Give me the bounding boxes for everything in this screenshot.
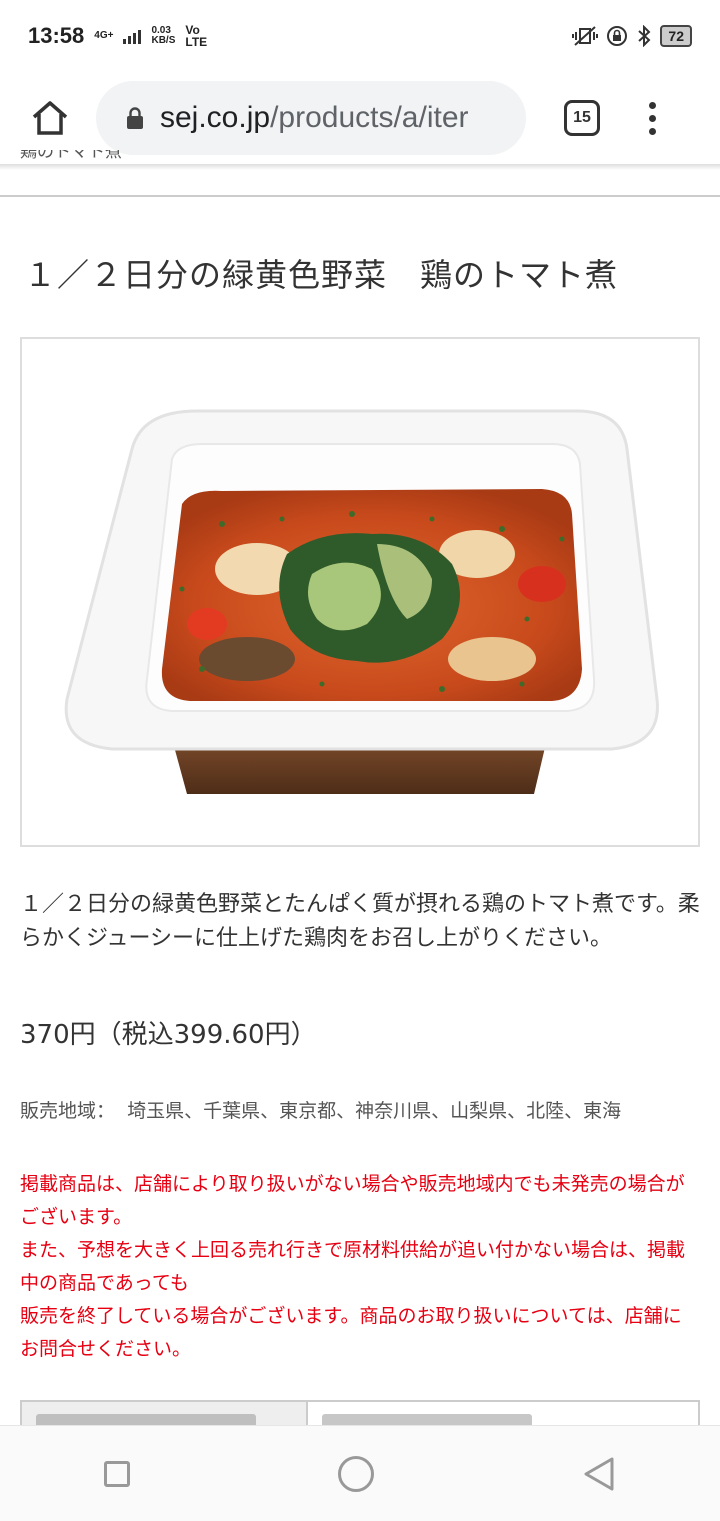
vibrate-icon bbox=[572, 26, 599, 46]
network-type-label: 4G+ bbox=[94, 30, 114, 41]
url-path: /products/a/iter bbox=[270, 101, 469, 134]
page-title: １／２日分の緑黄色野菜 鶏のトマト煮 bbox=[24, 256, 619, 294]
speed-unit: KB/S bbox=[151, 35, 176, 46]
product-image bbox=[64, 409, 659, 794]
notice-line-3: 販売を終了している場合がございます。商品のお取り扱いについては、店舗にお問合せく… bbox=[20, 1305, 682, 1360]
sales-region: 販売地域： 埼玉県、千葉県、東京都、神奈川県、山梨県、北陸、東海 bbox=[20, 1094, 700, 1128]
breadcrumb-current: 鶏のトマト煮 bbox=[20, 150, 122, 174]
divider bbox=[0, 195, 720, 197]
sales-region-value: 埼玉県、千葉県、東京都、神奈川県、山梨県、北陸、東海 bbox=[127, 1100, 622, 1122]
sales-region-label: 販売地域： bbox=[20, 1100, 116, 1122]
home-icon bbox=[32, 101, 68, 135]
recent-apps-icon[interactable] bbox=[104, 1460, 130, 1487]
url-text: sej.co.jp/products/a/iter bbox=[160, 101, 469, 135]
system-nav-bar bbox=[0, 1425, 720, 1521]
product-image-frame bbox=[20, 337, 700, 847]
notice-line-1: 掲載商品は、店舗により取り扱いがない場合や販売地域内でも未発売の場合がございます… bbox=[20, 1173, 685, 1228]
home-button[interactable] bbox=[24, 92, 76, 144]
status-time: 13:58 bbox=[28, 23, 85, 48]
breadcrumb-label: 鶏のトマト煮 bbox=[20, 150, 122, 162]
tab-switcher-button[interactable]: 15 bbox=[564, 100, 600, 136]
battery-icon: 72 bbox=[660, 25, 692, 47]
network-speed: 0.03 KB/S bbox=[151, 26, 175, 46]
lock-icon bbox=[127, 107, 143, 129]
product-description: １／２日分の緑黄色野菜とたんぱく質が摂れる鶏のトマト煮です。柔らかくジューシーに… bbox=[20, 892, 700, 951]
network-type: 4G+ bbox=[94, 31, 113, 41]
availability-notice: 掲載商品は、店舗により取り扱いがない場合や販売地域内でも未発売の場合がございます… bbox=[20, 1168, 700, 1366]
url-domain: sej.co.jp bbox=[160, 101, 271, 134]
back-icon[interactable] bbox=[582, 1456, 616, 1492]
url-bar[interactable]: sej.co.jp/products/a/iter bbox=[96, 81, 526, 155]
signal-icon bbox=[123, 28, 142, 44]
product-price: 370円（税込399.60円） bbox=[20, 1020, 317, 1050]
overflow-menu-icon[interactable] bbox=[642, 101, 662, 135]
notice-line-2: また、予想を大きく上回る売れ行きで原材料供給が追い付かない場合は、掲載中の商品で… bbox=[20, 1239, 686, 1294]
volte-indicator: Vo LTE bbox=[185, 24, 207, 48]
rotation-lock-icon bbox=[607, 26, 628, 46]
volte-bottom: LTE bbox=[185, 35, 208, 49]
home-circle-icon[interactable] bbox=[338, 1455, 374, 1492]
status-bar: 13:58 4G+ 0.03 KB/S Vo LTE 72 bbox=[0, 0, 720, 72]
bluetooth-icon bbox=[638, 25, 651, 47]
